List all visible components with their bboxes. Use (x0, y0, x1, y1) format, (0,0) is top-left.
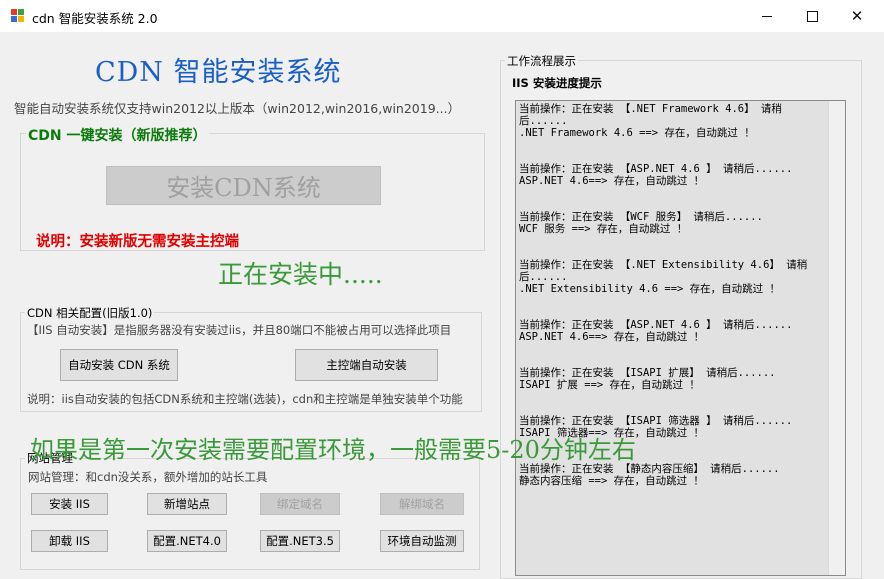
minimize-icon[interactable] (744, 0, 790, 32)
log-result: 静态内容压缩 ==> 存在，自动跳过 ！ (519, 475, 704, 487)
uninstall-iis-button[interactable]: 卸载 IIS (31, 530, 108, 552)
logo-green (18, 9, 24, 15)
log-result: ASP.NET 4.6==> 存在，自动跳过 ！ (519, 175, 705, 187)
log-entry: 当前操作：正在安装 【.NET Extensibility 4.6】 请稍后..… (519, 259, 824, 295)
legacy-config-legend: CDN 相关配置(旧版1.0) (25, 305, 155, 321)
add-site-button[interactable]: 新增站点 (147, 493, 227, 515)
install-cdn-button[interactable]: 安装CDN系统 (106, 166, 381, 205)
log-entry: 当前操作：正在安装 【ASP.NET 4.6 】 请稍后...... ASP.N… (519, 319, 824, 343)
log-scrollbar[interactable] (828, 101, 845, 575)
config-net4-button[interactable]: 配置.NET4.0 (147, 530, 227, 552)
master-auto-install-button[interactable]: 主控端自动安装 (295, 349, 438, 381)
env-check-button[interactable]: 环境自动监测 (380, 530, 464, 552)
log-result: ISAPI 扩展 ==> 存在，自动跳过 ！ (519, 379, 700, 391)
overlay-message: 如果是第一次安装需要配置环境，一般需要5-20分钟左右 (30, 436, 636, 464)
unbind-domain-button[interactable]: 解绑域名 (380, 493, 464, 515)
auto-install-cdn-button[interactable]: 自动安装 CDN 系统 (60, 349, 178, 381)
legacy-note: 说明：iis自动安装的包括CDN系统和主控端(选装)，cdn和主控端是单独安装单… (27, 392, 463, 406)
one-click-note: 说明：安装新版无需安装主控端 (36, 234, 239, 250)
log-entry: 当前操作：正在安装 【静态内容压缩】 请稍后...... 静态内容压缩 ==> … (519, 463, 824, 487)
log-op: 当前操作：正在安装 【ISAPI 扩展】 请稍后...... (519, 367, 776, 379)
site-management-desc: 网站管理：和cdn没关系，额外增加的站长工具 (28, 470, 268, 484)
windows-logo-icon (11, 9, 25, 23)
log-op: 当前操作：正在安装 【ASP.NET 4.6 】 请稍后...... (519, 163, 793, 175)
iis-description: 【IIS 自动安装】是指服务器没有安装过iis，并且80端口不能被占用可以选择此… (27, 323, 452, 337)
logo-blue (11, 16, 17, 22)
install-log[interactable]: 当前操作：正在安装 【.NET Framework 4.6】 请稍后......… (515, 100, 846, 576)
log-result: .NET Extensibility 4.6 ==> 存在，自动跳过 ！ (519, 283, 781, 295)
progress-title: IIS 安装进度提示 (512, 76, 602, 90)
log-op: 当前操作：正在安装 【WCF 服务】 请稍后...... (519, 211, 763, 223)
maximize-icon[interactable] (789, 0, 835, 32)
window-title: cdn 智能安装系统 2.0 (32, 11, 158, 26)
logo-yellow (18, 16, 24, 22)
log-entry: 当前操作：正在安装 【ASP.NET 4.6 】 请稍后...... ASP.N… (519, 163, 824, 187)
page-title: CDN 智能安装系统 (95, 57, 342, 88)
log-result: WCF 服务 ==> 存在，自动跳过 ！ (519, 223, 688, 235)
log-op: 当前操作：正在安装 【ISAPI 筛选器 】 请稍后...... (519, 415, 793, 427)
log-op: 当前操作：正在安装 【.NET Extensibility 4.6】 请稍后..… (519, 259, 808, 283)
log-entry: 当前操作：正在安装 【.NET Framework 4.6】 请稍后......… (519, 103, 824, 139)
logo-red (11, 9, 17, 15)
log-entry: 当前操作：正在安装 【WCF 服务】 请稍后...... WCF 服务 ==> … (519, 211, 824, 235)
config-net35-button[interactable]: 配置.NET3.5 (260, 530, 340, 552)
log-op: 当前操作：正在安装 【ASP.NET 4.6 】 请稍后...... (519, 319, 793, 331)
log-entry: 当前操作：正在安装 【ISAPI 扩展】 请稍后...... ISAPI 扩展 … (519, 367, 824, 391)
log-op: 当前操作：正在安装 【.NET Framework 4.6】 请稍后...... (519, 103, 782, 127)
log-result: .NET Framework 4.6 ==> 存在，自动跳过 ！ (519, 127, 755, 139)
support-note: 智能自动安装系统仅支持win2012以上版本（win2012,win2016,w… (14, 101, 461, 116)
install-iis-button[interactable]: 安装 IIS (31, 493, 108, 515)
log-result: ASP.NET 4.6==> 存在，自动跳过 ！ (519, 331, 705, 343)
title-bar: cdn 智能安装系统 2.0 ✕ (0, 0, 884, 32)
one-click-legend: CDN 一键安装（新版推荐） (26, 125, 209, 145)
workflow-legend: 工作流程展示 (505, 53, 578, 69)
close-icon[interactable]: ✕ (834, 0, 880, 32)
installing-status: 正在安装中..... (218, 260, 383, 289)
bind-domain-button[interactable]: 绑定域名 (260, 493, 340, 515)
